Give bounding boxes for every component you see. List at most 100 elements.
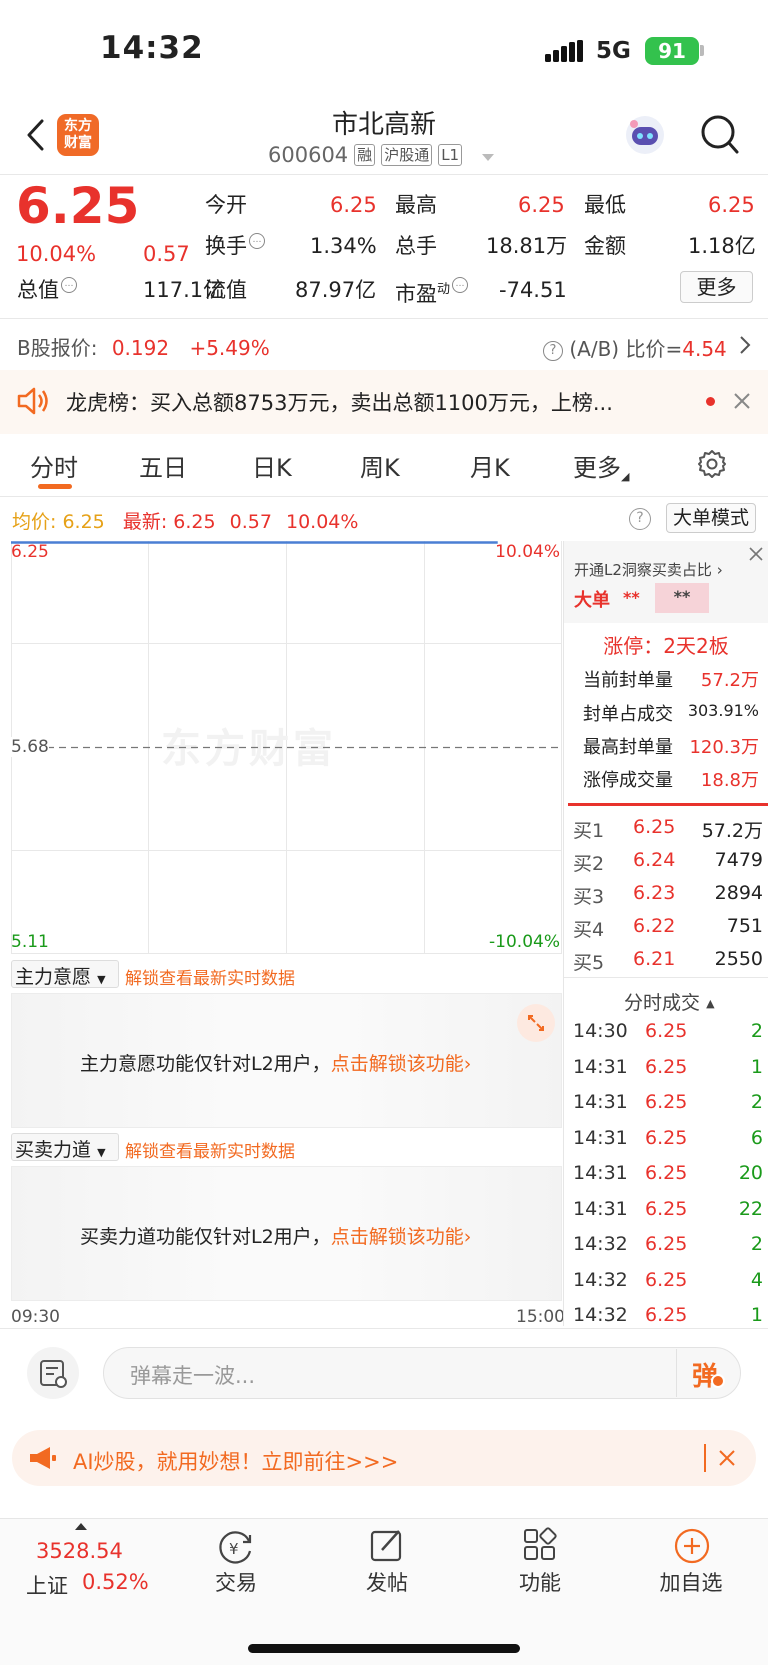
field-label-amount: 金额 <box>584 234 626 258</box>
ob-price: 6.21 <box>633 948 676 970</box>
pct-label-bottom: -10.04% <box>489 932 560 952</box>
buy-sell-message-text: 买卖力道功能仅针对L2用户， <box>80 1226 331 1248</box>
l2-stars-1: ** <box>623 588 640 607</box>
post-icon[interactable] <box>369 1527 405 1563</box>
info-icon[interactable]: … <box>61 277 77 293</box>
trade-icon[interactable]: ¥ <box>216 1527 256 1567</box>
tick-time: 14:31 <box>573 1197 628 1220</box>
gear-icon[interactable] <box>697 449 727 479</box>
divider <box>564 977 768 978</box>
x-label-end: 15:00 <box>516 1307 565 1327</box>
field-label-pe-sup: 动 <box>437 282 451 297</box>
search-icon[interactable] <box>700 114 740 156</box>
tick-time: 14:32 <box>573 1268 628 1291</box>
buy-sell-select-label: 买卖力道 ▼ <box>15 1135 106 1162</box>
tick-time: 14:31 <box>573 1091 628 1113</box>
close-icon[interactable] <box>718 1449 736 1467</box>
limit-up-divider <box>568 803 768 806</box>
tick-time: 14:30 <box>573 1020 628 1042</box>
help-icon[interactable]: ? <box>543 340 563 361</box>
avg-label: 均价: <box>12 511 57 533</box>
more-button[interactable]: 更多 <box>680 271 753 303</box>
robot-assistant-icon[interactable] <box>624 114 666 156</box>
nav-post[interactable]: 发帖 <box>342 1567 432 1597</box>
ob-volume: 2894 <box>714 882 763 904</box>
expand-icon[interactable] <box>517 1004 555 1042</box>
help-icon[interactable]: ? <box>629 508 651 530</box>
notice-text: 龙虎榜：买入总额8753万元，卖出总额1100万元，上榜... <box>66 391 613 415</box>
divider <box>0 496 768 497</box>
nav-add-watchlist[interactable]: 加自选 <box>646 1567 736 1597</box>
tab-more[interactable]: 更多◢ <box>573 448 629 483</box>
field-value-pe: -74.51 <box>499 278 567 302</box>
big-order-mode-button[interactable]: 大单模式 <box>666 503 756 533</box>
field-label-turnover: 换手… <box>205 233 265 259</box>
b-share-change: +5.49% <box>189 336 270 360</box>
avg-value: 6.25 <box>62 511 105 533</box>
main-force-unlock-link[interactable]: 解锁查看最新实时数据 <box>125 964 295 989</box>
ob-volume: 7479 <box>714 849 763 871</box>
danmaku-placeholder: 弹幕走一波... <box>130 1364 256 1388</box>
caret-down-icon: ▼ <box>97 973 106 986</box>
caret-up-icon: ▲ <box>706 997 715 1010</box>
index-pct[interactable]: 0.52% <box>82 1570 149 1594</box>
tab-intraday[interactable]: 分时 <box>30 448 78 483</box>
tick-price: 6.25 <box>645 1091 688 1113</box>
buy-sell-message: 买卖力道功能仅针对L2用户，点击解锁该功能› <box>80 1222 471 1249</box>
info-icon[interactable]: … <box>249 233 265 249</box>
close-icon[interactable] <box>748 546 764 562</box>
main-force-message: 主力意愿功能仅针对L2用户，点击解锁该功能› <box>80 1049 471 1076</box>
nav-functions[interactable]: 功能 <box>495 1567 585 1597</box>
buy-sell-unlock-button[interactable]: 点击解锁该功能 <box>331 1226 464 1248</box>
chart-info-line: 均价: 6.25 最新: 6.25 0.57 10.04% <box>12 507 358 534</box>
ob-volume: 57.2万 <box>701 820 763 842</box>
tab-daily-k[interactable]: 日K <box>252 448 292 483</box>
grid-icon[interactable] <box>522 1527 558 1563</box>
l2-promo-title: 开通L2洞察买卖占比 › <box>574 559 723 580</box>
index-name[interactable]: 上证 <box>26 1570 68 1600</box>
tab-five-day[interactable]: 五日 <box>139 448 187 483</box>
index-value[interactable]: 3528.54 <box>36 1539 123 1563</box>
caret-up-icon <box>75 1523 87 1530</box>
order-book-row: 买5 6.21 2550 <box>573 948 763 980</box>
change-amount: 0.57 <box>143 242 190 266</box>
ob-price: 6.22 <box>633 915 676 937</box>
limit-row-label: 涨停成交量 <box>583 770 673 791</box>
b-share-price: 0.192 <box>111 336 170 360</box>
l2-big-label: 大单 <box>574 590 610 611</box>
ticks-title-text: 分时成交 <box>624 992 701 1014</box>
tab-monthly-k[interactable]: 月K <box>470 448 510 483</box>
tick-volume: 6 <box>750 1126 763 1149</box>
tick-volume: 2 <box>750 1091 763 1113</box>
tick-volume: 2 <box>750 1020 763 1042</box>
tick-time: 14:31 <box>573 1126 628 1149</box>
close-icon[interactable] <box>733 392 751 410</box>
chevron-down-icon[interactable] <box>482 154 494 161</box>
latest-change: 0.57 <box>229 511 272 533</box>
chevron-right-icon[interactable] <box>738 334 752 356</box>
limit-row-value: 18.8万 <box>700 770 759 791</box>
ticks-title[interactable]: 分时成交 ▲ <box>624 988 715 1015</box>
field-value-turnover: 1.34% <box>310 234 377 258</box>
chart-canvas <box>11 541 562 749</box>
field-label-turnover-text: 换手 <box>205 234 247 258</box>
tick-time: 14:32 <box>573 1304 628 1326</box>
tick-price: 6.25 <box>645 1126 688 1149</box>
comment-list-icon[interactable] <box>27 1347 79 1399</box>
nav-trade[interactable]: 交易 <box>191 1567 281 1597</box>
main-force-unlock-button[interactable]: 点击解锁该功能 <box>331 1053 464 1075</box>
ab-ratio[interactable]: ? (A/B) 比价=4.54 <box>541 333 727 362</box>
tick-price: 6.25 <box>645 1020 688 1042</box>
chevron-right-icon: › <box>463 1226 472 1248</box>
intraday-chart[interactable]: 东方财富 6.25 5.68 5.11 10.04% -10.04% <box>11 541 562 954</box>
tick-price: 6.25 <box>645 1268 688 1291</box>
add-circle-icon[interactable] <box>673 1527 711 1565</box>
info-icon[interactable]: … <box>452 277 469 293</box>
buy-sell-unlock-link[interactable]: 解锁查看最新实时数据 <box>125 1137 295 1162</box>
tab-weekly-k[interactable]: 周K <box>360 448 400 483</box>
tick-volume: 4 <box>750 1268 763 1291</box>
order-book-row: 买2 6.24 7479 <box>573 849 763 881</box>
limit-row-label: 封单占成交 <box>583 704 673 725</box>
divider <box>0 174 768 175</box>
b-share-row[interactable]: B股报价: 0.192 +5.49% <box>17 332 270 361</box>
